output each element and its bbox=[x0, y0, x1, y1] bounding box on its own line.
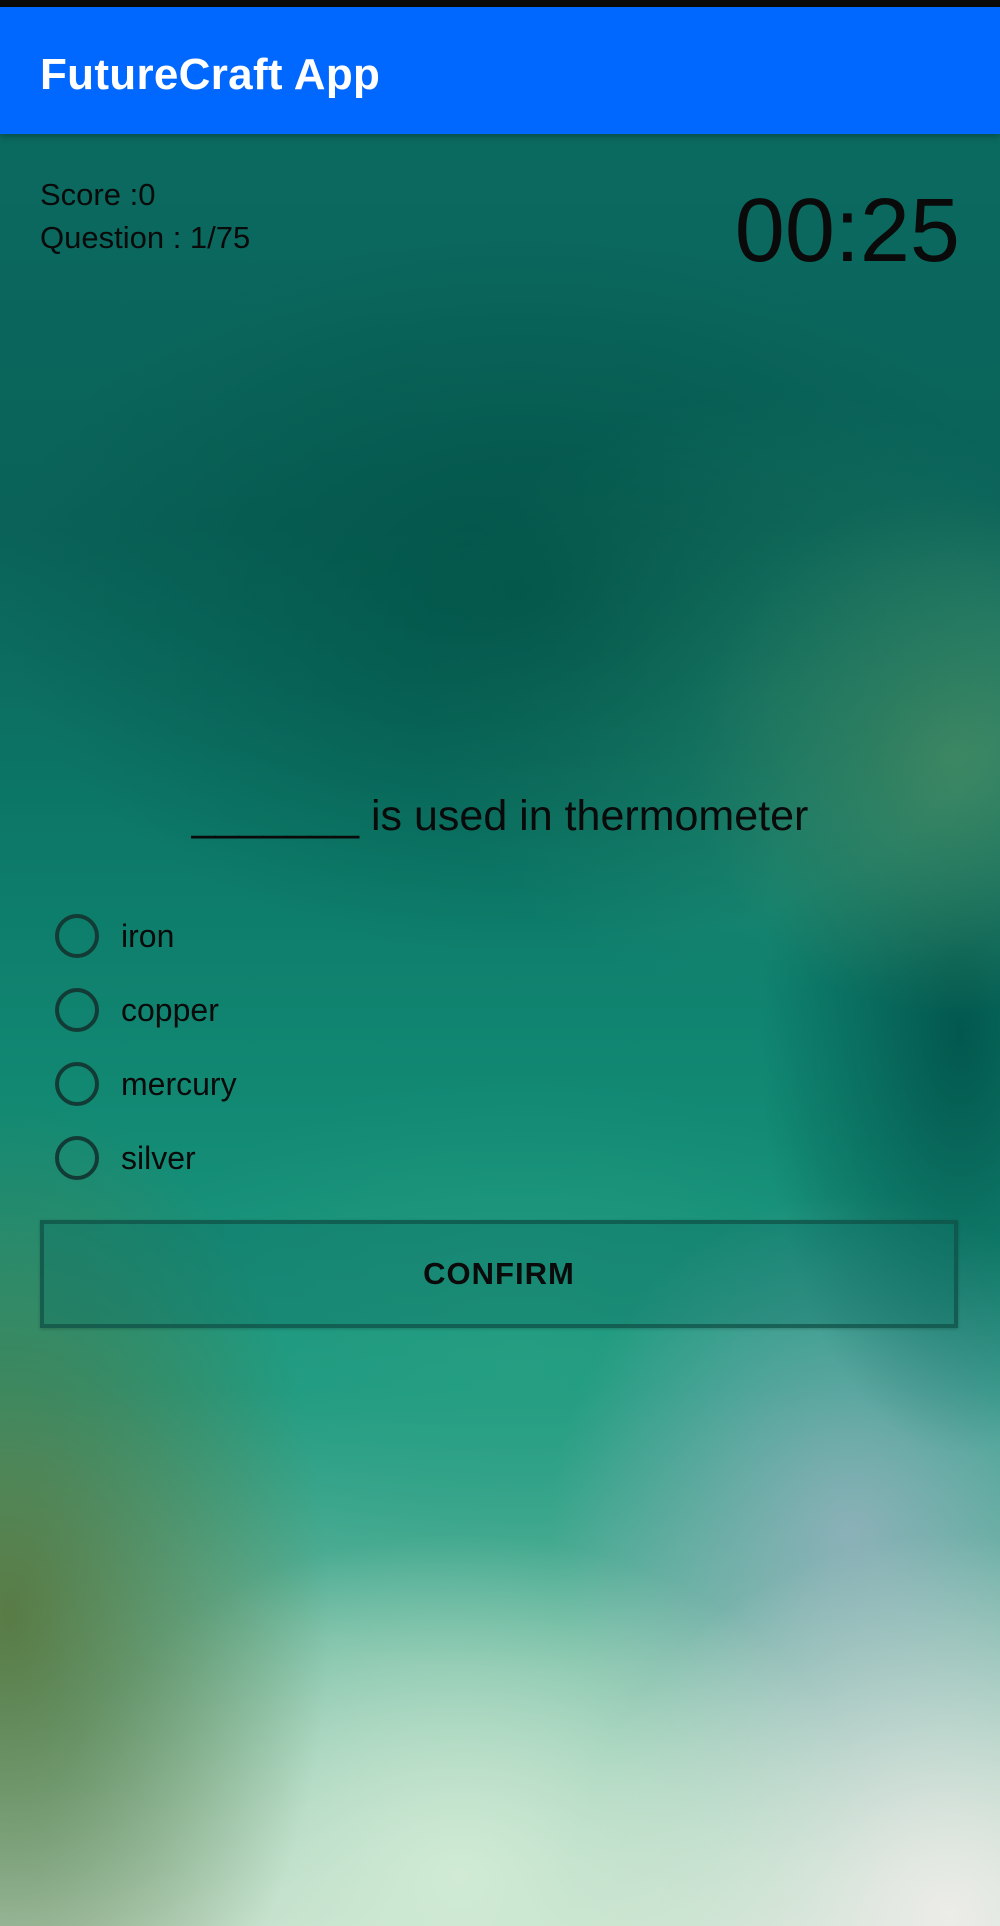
option-label: copper bbox=[121, 991, 219, 1028]
answer-options: iron copper mercury silver bbox=[55, 899, 655, 1195]
question-text: _______ is used in thermometer bbox=[191, 792, 809, 840]
radio-button[interactable] bbox=[55, 988, 99, 1032]
option-silver[interactable]: silver bbox=[55, 1121, 655, 1195]
option-copper[interactable]: copper bbox=[55, 973, 655, 1047]
score-label: Score :0 bbox=[40, 177, 156, 212]
radio-button[interactable] bbox=[55, 914, 99, 958]
question-counter: Question : 1/75 bbox=[40, 220, 251, 255]
app-bar: FutureCraft App bbox=[0, 7, 1000, 134]
option-mercury[interactable]: mercury bbox=[55, 1047, 655, 1121]
radio-button[interactable] bbox=[55, 1062, 99, 1106]
app-title: FutureCraft App bbox=[40, 50, 381, 99]
status-bar bbox=[0, 0, 1000, 7]
countdown-timer: 00:25 bbox=[734, 181, 960, 281]
option-label: iron bbox=[121, 917, 175, 954]
confirm-button[interactable]: CONFIRM bbox=[40, 1220, 958, 1328]
quiz-screen: Score :0 Question : 1/75 00:25 _______ i… bbox=[0, 134, 1000, 1926]
radio-button[interactable] bbox=[55, 1136, 99, 1180]
option-iron[interactable]: iron bbox=[55, 899, 655, 973]
option-label: silver bbox=[121, 1139, 196, 1176]
option-label: mercury bbox=[121, 1065, 237, 1102]
